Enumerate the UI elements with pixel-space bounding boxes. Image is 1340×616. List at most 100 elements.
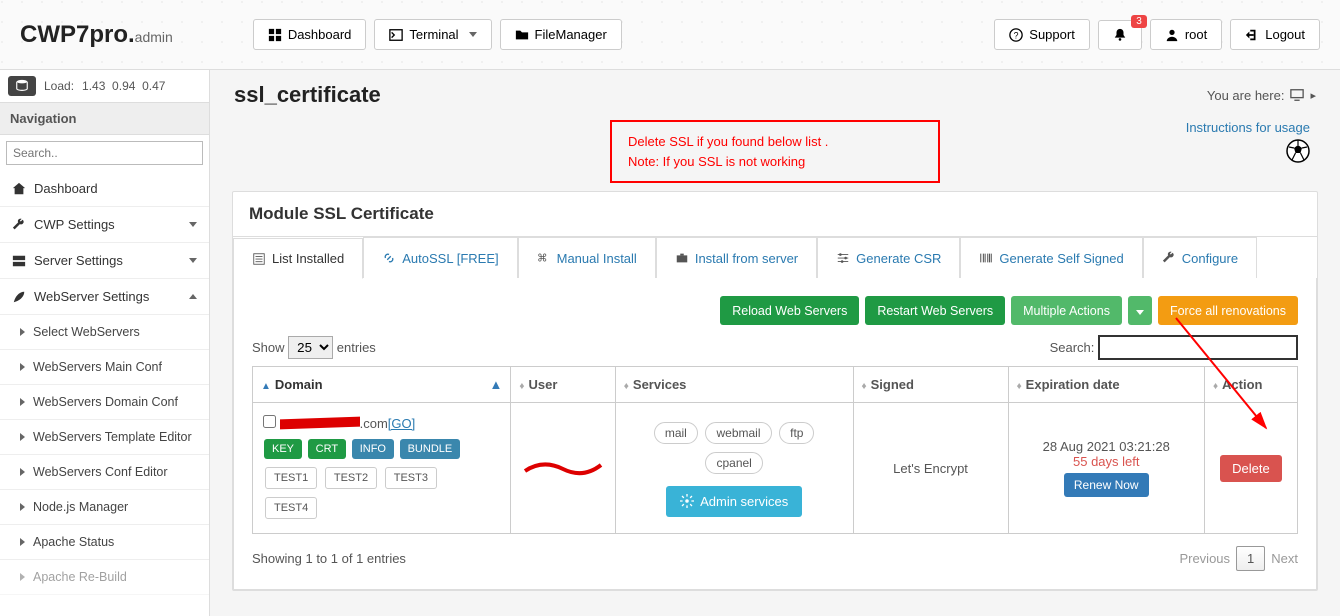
tab-configure[interactable]: Configure [1143, 237, 1257, 278]
caret-down-icon [469, 32, 477, 37]
test1-button[interactable]: TEST1 [265, 467, 317, 489]
multiple-actions-button[interactable]: Multiple Actions [1011, 296, 1122, 325]
chevron-right-icon [20, 538, 25, 546]
logo-main: CWP7pro. [20, 21, 135, 48]
multiple-actions-caret[interactable] [1128, 296, 1152, 325]
wrench-icon [12, 218, 26, 232]
home-icon [12, 182, 26, 196]
redacted-user [523, 457, 603, 477]
database-icon[interactable] [8, 76, 36, 96]
tab-body: Reload Web Servers Restart Web Servers M… [233, 278, 1317, 590]
table-search-input[interactable] [1098, 335, 1298, 360]
tab-self-signed[interactable]: Generate Self Signed [960, 237, 1142, 278]
tabs: List Installed AutoSSL [FREE] ⌘Manual In… [233, 237, 1317, 278]
dashboard-button[interactable]: Dashboard [253, 19, 367, 50]
length-select[interactable]: 25 [288, 336, 333, 359]
notifications-button[interactable]: 3 [1098, 20, 1142, 50]
col-user[interactable]: ♦User [511, 367, 615, 403]
server-icon [12, 254, 26, 268]
nav-cwp-settings[interactable]: CWP Settings [0, 207, 209, 243]
nav-apache-status[interactable]: Apache Status [0, 525, 209, 560]
load-label: Load: [44, 79, 74, 93]
test4-button[interactable]: TEST4 [265, 497, 317, 519]
soccer-ball-icon[interactable] [1286, 139, 1310, 163]
nav-dashboard[interactable]: Dashboard [0, 171, 209, 207]
tab-manual-install[interactable]: ⌘Manual Install [518, 237, 656, 278]
days-left: 55 days left [1019, 454, 1194, 469]
svc-ftp: ftp [779, 422, 814, 444]
force-renovations-button[interactable]: Force all renovations [1158, 296, 1298, 325]
col-signed[interactable]: ♦Signed [853, 367, 1008, 403]
next-page[interactable]: Next [1271, 551, 1298, 566]
row-checkbox[interactable] [263, 415, 276, 428]
ssl-panel: Module SSL Certificate List Installed Au… [232, 191, 1318, 591]
renew-now-button[interactable]: Renew Now [1064, 473, 1149, 497]
logout-icon [1245, 28, 1259, 42]
col-services[interactable]: ♦Services [615, 367, 853, 403]
nav-search-input[interactable] [6, 141, 203, 165]
monitor-icon[interactable] [1290, 88, 1304, 102]
nav-webservers-domain-conf[interactable]: WebServers Domain Conf [0, 385, 209, 420]
breadcrumb: You are here: ▸ [1207, 88, 1316, 103]
nav-webservers-template-editor[interactable]: WebServers Template Editor [0, 420, 209, 455]
chevron-right-icon [20, 503, 25, 511]
tab-generate-csr[interactable]: Generate CSR [817, 237, 960, 278]
chevron-right-icon [20, 433, 25, 441]
folder-icon [515, 28, 529, 42]
table-row: .com[GO] KEY CRT INFO BUNDLE TEST1 TEST2… [253, 403, 1298, 534]
nav-webserver-settings[interactable]: WebServer Settings [0, 279, 209, 315]
svg-text:⌘: ⌘ [537, 253, 548, 265]
chevron-right-icon [20, 573, 25, 581]
col-action[interactable]: ♦Action [1204, 367, 1297, 403]
reload-webservers-button[interactable]: Reload Web Servers [720, 296, 859, 325]
col-expiration[interactable]: ♦Expiration date [1008, 367, 1204, 403]
svc-mail: mail [654, 422, 698, 444]
support-button[interactable]: ? Support [994, 19, 1090, 50]
chevron-down-icon [189, 258, 197, 263]
main-content: ssl_certificate You are here: ▸ Delete S… [210, 70, 1340, 616]
user-button[interactable]: root [1150, 19, 1222, 50]
command-icon: ⌘ [537, 251, 551, 265]
question-icon: ? [1009, 28, 1023, 42]
nav-webservers-main-conf[interactable]: WebServers Main Conf [0, 350, 209, 385]
test2-button[interactable]: TEST2 [325, 467, 377, 489]
terminal-icon [389, 28, 403, 42]
nav-server-settings[interactable]: Server Settings [0, 243, 209, 279]
delete-button[interactable]: Delete [1220, 455, 1282, 482]
notif-count-badge: 3 [1131, 15, 1147, 28]
test3-button[interactable]: TEST3 [385, 467, 437, 489]
filemanager-button[interactable]: FileManager [500, 19, 622, 50]
go-link[interactable]: [GO] [388, 416, 415, 431]
admin-services-button[interactable]: Admin services [666, 486, 802, 517]
logo: CWP7pro.admin [20, 21, 173, 49]
search-control: Search: [1050, 335, 1298, 360]
info-button[interactable]: INFO [352, 439, 394, 459]
length-control: Show 25 entries [252, 336, 376, 359]
nav-nodejs-manager[interactable]: Node.js Manager [0, 490, 209, 525]
tab-autossl[interactable]: AutoSSL [FREE] [363, 237, 517, 278]
chevron-right-icon [20, 468, 25, 476]
annotation-note: Delete SSL if you found below list . Not… [610, 120, 940, 183]
link-icon [382, 251, 396, 265]
nav-webservers-conf-editor[interactable]: WebServers Conf Editor [0, 455, 209, 490]
col-domain[interactable]: ▲Domain▲ [253, 367, 511, 403]
nav-select-webservers[interactable]: Select WebServers [0, 315, 209, 350]
page-1[interactable]: 1 [1236, 546, 1265, 571]
crt-button[interactable]: CRT [308, 439, 346, 459]
svc-cpanel: cpanel [705, 452, 762, 474]
key-button[interactable]: KEY [264, 439, 302, 459]
restart-webservers-button[interactable]: Restart Web Servers [865, 296, 1005, 325]
cell-signed: Let's Encrypt [853, 403, 1008, 534]
nav-apache-rebuild[interactable]: Apache Re-Build [0, 560, 209, 595]
tab-list-installed[interactable]: List Installed [233, 238, 363, 279]
sidebar: Load: 1.43 0.94 0.47 Navigation Dashboar… [0, 70, 210, 616]
bell-icon [1113, 28, 1127, 42]
logout-button[interactable]: Logout [1230, 19, 1320, 50]
page-title: ssl_certificate [234, 82, 381, 108]
bundle-button[interactable]: BUNDLE [400, 439, 461, 459]
terminal-button[interactable]: Terminal [374, 19, 491, 50]
prev-page[interactable]: Previous [1179, 551, 1230, 566]
instructions-link[interactable]: Instructions for usage [1186, 120, 1310, 135]
tab-install-server[interactable]: Install from server [656, 237, 817, 278]
cell-domain: .com[GO] KEY CRT INFO BUNDLE TEST1 TEST2… [253, 403, 511, 534]
